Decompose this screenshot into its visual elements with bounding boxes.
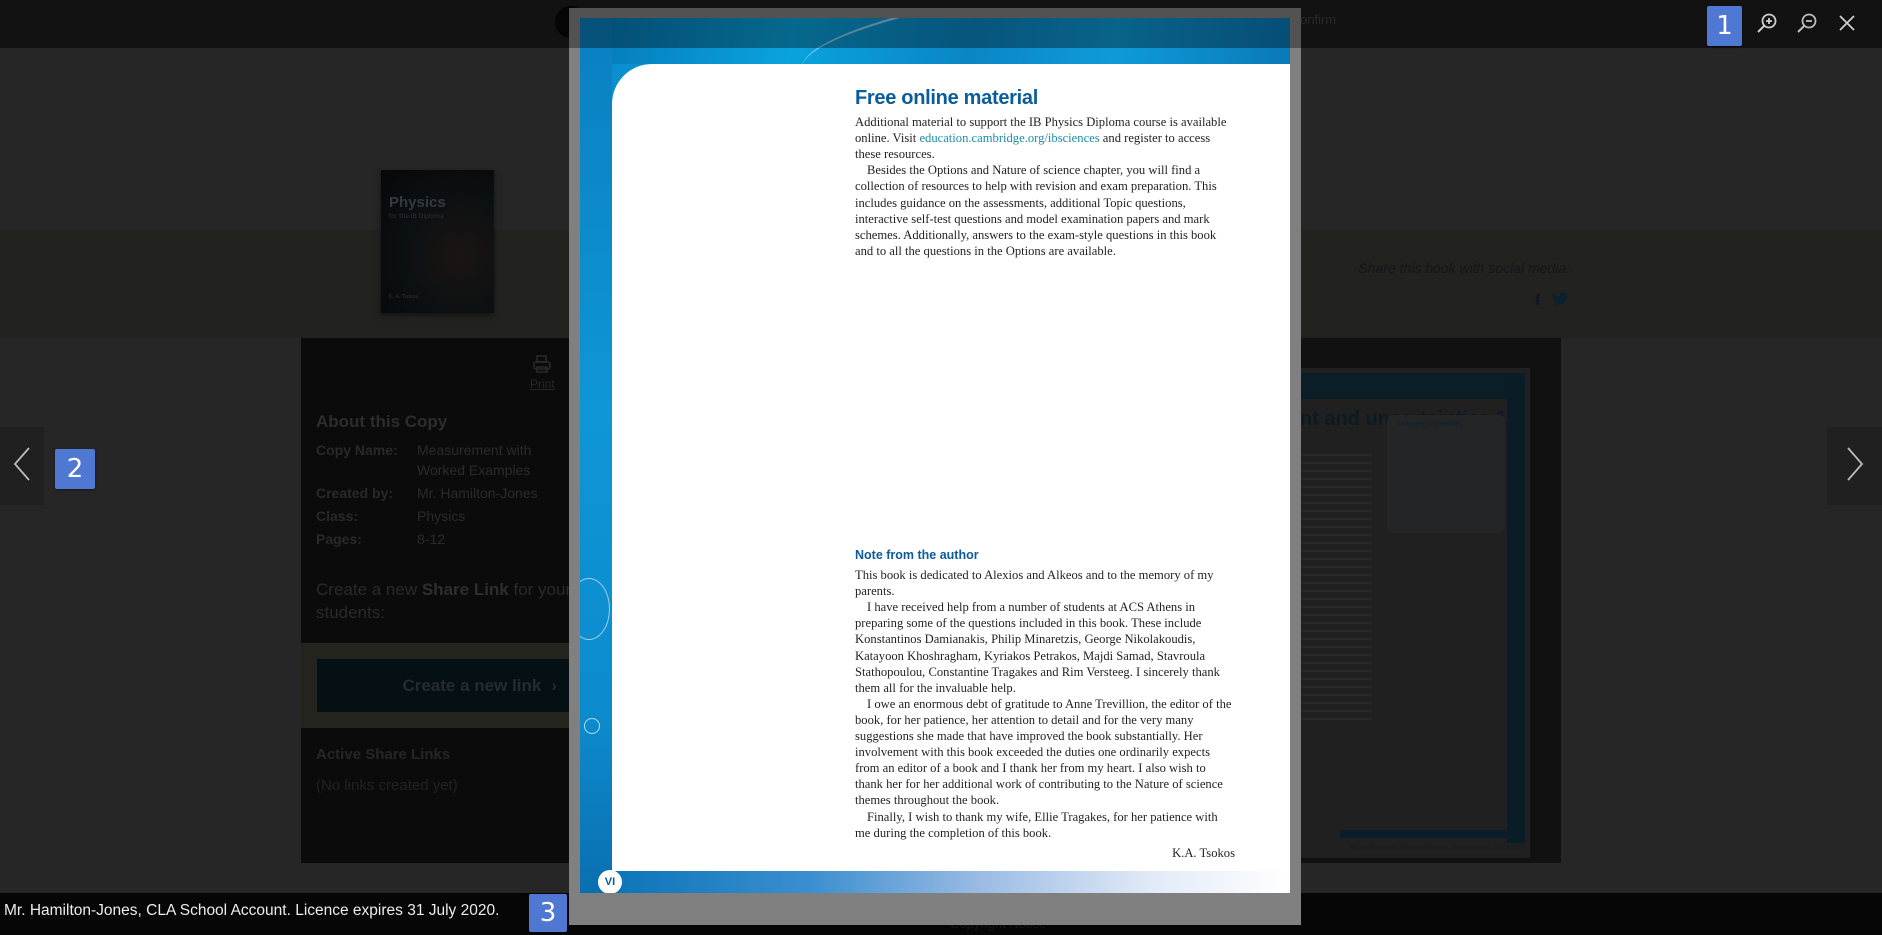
- zoom-in-icon: [1756, 12, 1778, 38]
- annotation-badge-2: 2: [55, 449, 95, 489]
- share-link-bold: Share Link: [421, 580, 509, 599]
- about-heading: About this Copy: [316, 412, 448, 431]
- create-new-link-button[interactable]: Create a new link ›: [317, 659, 571, 712]
- resources-link[interactable]: education.cambridge.org/ibsciences: [919, 131, 1099, 145]
- book-cover[interactable]: Physics for the IB Diploma K. A. Tsokos: [381, 170, 494, 313]
- active-share-links: Active Share Links (No links created yet…: [316, 746, 458, 794]
- facebook-icon[interactable]: f: [1535, 292, 1540, 310]
- note-from-author-section: Note from the author This book is dedica…: [855, 547, 1235, 861]
- page-bottom-band: [608, 871, 1290, 893]
- paragraph: Additional material to support the IB Ph…: [855, 114, 1235, 162]
- chevron-left-icon: [12, 446, 32, 486]
- paragraph: I have received help from a number of st…: [855, 600, 1220, 695]
- about-value: Physics: [417, 508, 466, 524]
- about-key: Pages:: [316, 531, 362, 547]
- annotation-badge-3: 3: [529, 894, 567, 932]
- about-value: 8-12: [417, 531, 446, 547]
- screen: onfirm Physics for the IB Diploma K. A. …: [0, 0, 1882, 935]
- section-heading: Note from the author: [855, 548, 979, 562]
- book-cover-title: Physics: [389, 194, 446, 211]
- book-cover-subtitle: for the IB Diploma: [389, 213, 444, 220]
- about-key: Copy Name:: [316, 442, 398, 458]
- share-link-prompt: Create a new Share Link for your student…: [316, 578, 576, 624]
- next-page-thumbnail[interactable]: nt and uncertainties 1 Learning objectiv…: [1300, 368, 1530, 858]
- author-signature: K.A. Tsokos: [1172, 845, 1235, 860]
- next-page-button[interactable]: [1827, 427, 1882, 505]
- close-icon: [1838, 14, 1856, 36]
- panel-edge: [1561, 338, 1571, 510]
- previous-page-button[interactable]: [0, 427, 44, 505]
- about-row: Class: Physics: [316, 506, 577, 526]
- chevron-right-icon: [1845, 446, 1865, 486]
- about-row: Created by: Mr. Hamilton-Jones: [316, 483, 577, 503]
- social-links: f: [1535, 292, 1568, 310]
- page-top-band: [580, 18, 1290, 64]
- create-link-label: Create a new link: [402, 675, 542, 695]
- thumb-header: [1300, 373, 1525, 399]
- learning-objectives-heading: Learning objectives: [1397, 421, 1463, 428]
- about-copy: About this Copy Copy Name: Measurement w…: [316, 412, 577, 552]
- active-links-empty: (No links created yet): [316, 777, 458, 794]
- annotation-badge-1: 1: [1707, 6, 1742, 46]
- about-value: Mr. Hamilton-Jones: [417, 485, 538, 501]
- header-confirm-text: onfirm: [1300, 12, 1337, 27]
- book-page: Free online material Additional material…: [580, 18, 1290, 893]
- about-row: Pages: 8-12: [316, 529, 577, 549]
- book-cover-author: K. A. Tsokos: [389, 294, 419, 300]
- active-links-heading: Active Share Links: [316, 746, 451, 763]
- chevron-right-icon: ›: [551, 675, 557, 695]
- paragraph: I owe an enormous debt of gratitude to A…: [855, 696, 1232, 808]
- share-label: Share this book with social media:: [1358, 260, 1570, 276]
- page-number: VI: [598, 870, 622, 893]
- print-label: Print: [530, 377, 555, 391]
- share-link-prefix: Create a new: [316, 580, 422, 599]
- learning-objectives-box: Learning objectives: [1387, 415, 1505, 533]
- viewer-bottom-frame: [569, 893, 1301, 925]
- close-button[interactable]: [1832, 10, 1862, 40]
- thumb-footer: [1340, 830, 1510, 838]
- print-button[interactable]: Print: [530, 354, 555, 391]
- thumb-text-lines: [1302, 448, 1372, 726]
- about-value: Measurement with Worked Examples: [417, 442, 532, 478]
- paragraph: This book is dedicated to Alexios and Al…: [855, 568, 1214, 599]
- licence-caption: Mr. Hamilton-Jones, CLA School Account. …: [4, 902, 500, 919]
- thumb-stripe: [1507, 378, 1525, 843]
- zoom-in-button[interactable]: [1752, 10, 1782, 40]
- zoom-out-icon: [1796, 12, 1818, 38]
- printer-icon: [530, 354, 555, 377]
- paragraph: Finally, I wish to thank my wife, Ellie …: [855, 809, 1218, 840]
- section-heading: Free online material: [855, 87, 1038, 109]
- about-key: Class:: [316, 508, 359, 524]
- twitter-icon[interactable]: [1552, 292, 1568, 310]
- zoom-out-button[interactable]: [1792, 10, 1822, 40]
- free-online-material-section: Free online material Additional material…: [855, 87, 1235, 259]
- about-key: Created by:: [316, 485, 394, 501]
- paragraph: Besides the Options and Nature of scienc…: [855, 163, 1217, 258]
- thumb-licence: Mr Hamilton-Jones, CLA School Account. L…: [1350, 845, 1524, 851]
- about-row: Copy Name: Measurement with Worked Examp…: [316, 440, 577, 480]
- page-side-stripe: [580, 18, 612, 893]
